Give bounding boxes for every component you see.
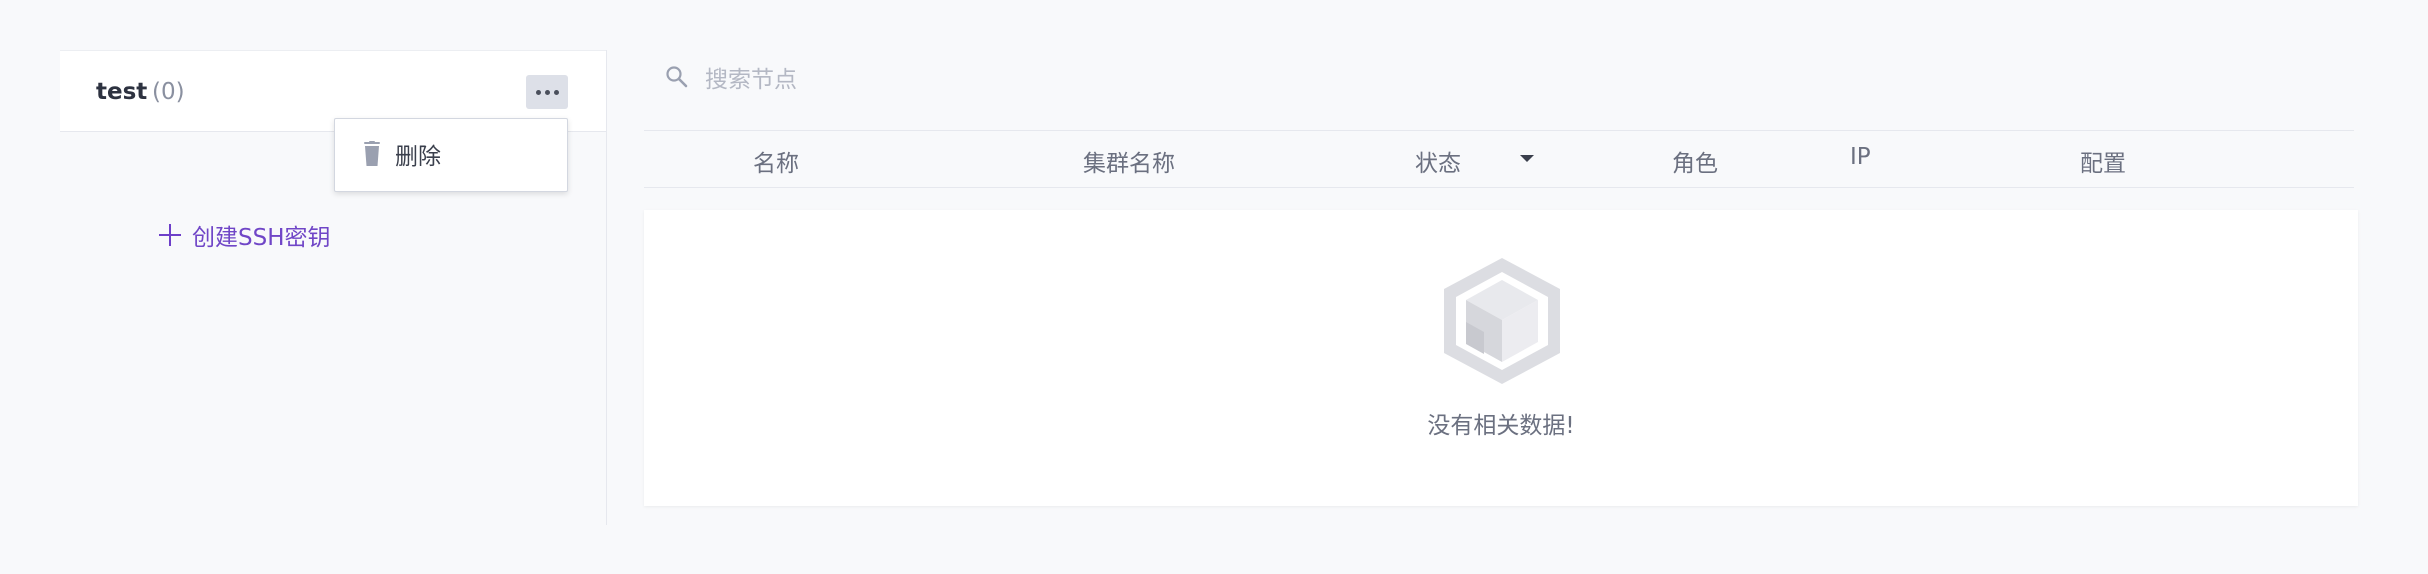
table-header: 名称 集群名称 状态 角色 IP 配置: [644, 130, 2354, 188]
table-body: 没有相关数据!: [644, 210, 2358, 506]
group-options-menu: 删除: [334, 118, 568, 192]
column-role[interactable]: 角色: [1672, 144, 1718, 178]
column-cluster-name[interactable]: 集群名称: [1083, 144, 1175, 178]
group-name: test: [96, 79, 148, 105]
column-ip[interactable]: IP: [1850, 144, 1871, 170]
more-dot: [544, 89, 550, 95]
column-name[interactable]: 名称: [753, 144, 799, 178]
delete-label: 删除: [395, 144, 441, 170]
more-dots-icon: [535, 89, 541, 95]
search-input[interactable]: 搜索节点: [705, 60, 797, 94]
plus-icon: [158, 223, 182, 247]
search-icon: [666, 66, 688, 88]
empty-box-icon: [1444, 258, 1560, 384]
trash-icon: [364, 141, 380, 166]
empty-state-text: 没有相关数据!: [1427, 413, 1575, 439]
create-ssh-key-label: 创建SSH密钥: [192, 225, 331, 251]
caret-down-icon[interactable]: [1520, 155, 1534, 162]
more-options-button[interactable]: [526, 75, 568, 109]
delete-menu-item[interactable]: 删除: [361, 137, 441, 171]
create-ssh-key-button[interactable]: 创建SSH密钥: [158, 218, 331, 252]
column-status[interactable]: 状态: [1415, 144, 1461, 178]
search-bar[interactable]: 搜索节点: [665, 60, 797, 94]
more-dot: [553, 89, 559, 95]
group-count: (0): [152, 79, 185, 105]
column-config[interactable]: 配置: [2080, 144, 2126, 178]
